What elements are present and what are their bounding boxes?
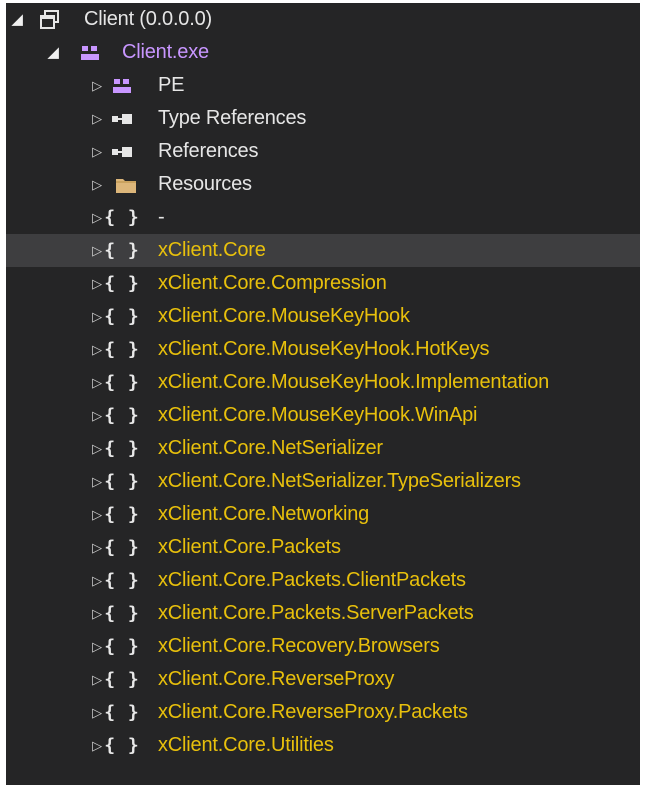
tree-node-label: - <box>158 206 165 228</box>
namespace-icon: { } <box>104 438 140 459</box>
collapsed-arrow-icon[interactable]: ▷ <box>90 465 104 498</box>
tree-node-namespace[interactable]: ▷{ } xClient.Core.MouseKeyHook.WinApi <box>6 399 640 432</box>
namespace-icon: { } <box>104 603 140 624</box>
namespace-label: xClient.Core.NetSerializer.TypeSerialize… <box>158 470 521 492</box>
collapsed-arrow-icon[interactable]: ▷ <box>90 333 104 366</box>
namespace-icon: { } <box>104 504 140 525</box>
namespace-icon: { } <box>104 537 140 558</box>
tree-node-module[interactable]: ◢ Client.exe <box>6 36 640 69</box>
assembly-explorer-tree: ◢ Client (0.0.0.0) ◢ Client.exe ▷ PE ▷ T… <box>6 3 640 785</box>
namespace-icon: { } <box>104 240 140 261</box>
namespace-label: xClient.Core.MouseKeyHook.WinApi <box>158 404 478 426</box>
tree-node-namespace[interactable]: ▷{ } xClient.Core.NetSerializer <box>6 432 640 465</box>
namespace-label: xClient.Core.Recovery.Browsers <box>158 635 440 657</box>
folder-icon <box>114 168 138 201</box>
namespace-label: xClient.Core.MouseKeyHook.HotKeys <box>158 338 490 360</box>
tree-node-assembly[interactable]: ◢ Client (0.0.0.0) <box>6 3 640 36</box>
collapsed-arrow-icon[interactable]: ▷ <box>90 498 104 531</box>
tree-node-label: Resources <box>158 173 252 195</box>
collapsed-arrow-icon[interactable]: ▷ <box>90 597 104 630</box>
tree-node-namespace[interactable]: ▷{ } xClient.Core.Networking <box>6 498 640 531</box>
expanded-arrow-icon[interactable]: ◢ <box>10 3 24 36</box>
namespace-icon: { } <box>104 339 140 360</box>
namespace-icon: { } <box>104 570 140 591</box>
tree-node-namespace[interactable]: ▷{ } xClient.Core.MouseKeyHook.Implementa… <box>6 366 640 399</box>
tree-node-namespace[interactable]: ▷{ } xClient.Core.Recovery.Browsers <box>6 630 640 663</box>
tree-node-namespace[interactable]: ▷{ } xClient.Core.MouseKeyHook <box>6 300 640 333</box>
tree-node-pe[interactable]: ▷ PE <box>6 69 640 102</box>
namespace-label: xClient.Core.NetSerializer <box>158 437 383 459</box>
tree-node-namespace-empty[interactable]: ▷ { } - <box>6 201 640 234</box>
collapsed-arrow-icon[interactable]: ▷ <box>90 69 104 102</box>
tree-node-label: Type References <box>158 107 307 129</box>
namespace-label: xClient.Core.Packets <box>158 536 341 558</box>
expanded-arrow-icon[interactable]: ◢ <box>46 36 60 69</box>
namespace-label: xClient.Core.Packets.ClientPackets <box>158 569 466 591</box>
tree-node-namespace[interactable]: ▷{ } xClient.Core.NetSerializer.TypeSeria… <box>6 465 640 498</box>
tree-node-namespace[interactable]: ▷{ } xClient.Core.ReverseProxy.Packets <box>6 696 640 729</box>
collapsed-arrow-icon[interactable]: ▷ <box>90 399 104 432</box>
collapsed-arrow-icon[interactable]: ▷ <box>90 696 104 729</box>
namespace-label: xClient.Core.MouseKeyHook <box>158 305 410 327</box>
tree-node-label: References <box>158 140 259 162</box>
assembly-label: Client (0.0.0.0) <box>84 8 212 30</box>
tree-node-resources[interactable]: ▷ Resources <box>6 168 640 201</box>
references-icon <box>110 102 134 135</box>
namespace-icon: { } <box>104 405 140 426</box>
collapsed-arrow-icon[interactable]: ▷ <box>90 729 104 762</box>
namespace-icon: { } <box>104 471 140 492</box>
namespace-icon: { } <box>104 702 140 723</box>
namespace-label: xClient.Core.ReverseProxy.Packets <box>158 701 468 723</box>
references-icon <box>110 135 134 168</box>
namespace-label: xClient.Core.Compression <box>158 272 387 294</box>
collapsed-arrow-icon[interactable]: ▷ <box>90 432 104 465</box>
collapsed-arrow-icon[interactable]: ▷ <box>90 366 104 399</box>
collapsed-arrow-icon[interactable]: ▷ <box>90 201 104 234</box>
collapsed-arrow-icon[interactable]: ▷ <box>90 135 104 168</box>
collapsed-arrow-icon[interactable]: ▷ <box>90 300 104 333</box>
tree-node-type-references[interactable]: ▷ Type References <box>6 102 640 135</box>
namespace-label: xClient.Core.ReverseProxy <box>158 668 395 690</box>
namespace-icon: { } <box>104 306 140 327</box>
tree-node-namespace[interactable]: ▷{ } xClient.Core.Packets <box>6 531 640 564</box>
collapsed-arrow-icon[interactable]: ▷ <box>90 663 104 696</box>
collapsed-arrow-icon[interactable]: ▷ <box>90 234 104 267</box>
collapsed-arrow-icon[interactable]: ▷ <box>90 630 104 663</box>
collapsed-arrow-icon[interactable]: ▷ <box>90 102 104 135</box>
collapsed-arrow-icon[interactable]: ▷ <box>90 531 104 564</box>
tree-node-namespace[interactable]: ▷{ } xClient.Core.Compression <box>6 267 640 300</box>
tree-node-references[interactable]: ▷ References <box>6 135 640 168</box>
module-icon <box>78 36 102 69</box>
tree-node-namespace[interactable]: ▷{ } xClient.Core.Packets.ClientPackets <box>6 564 640 597</box>
namespace-list: ▷{ } xClient.Core ▷{ } xClient.Core.Compres… <box>6 234 640 762</box>
tree-node-label: PE <box>158 74 185 96</box>
tree-node-namespace[interactable]: ▷{ } xClient.Core.MouseKeyHook.HotKeys <box>6 333 640 366</box>
tree-node-namespace[interactable]: ▷{ } xClient.Core.ReverseProxy <box>6 663 640 696</box>
pe-icon <box>110 69 134 102</box>
namespace-icon: { } <box>104 735 140 756</box>
namespace-icon: { } <box>104 669 140 690</box>
namespace-icon: { } <box>104 273 140 294</box>
tree-node-namespace[interactable]: ▷{ } xClient.Core <box>6 234 640 267</box>
namespace-label: xClient.Core <box>158 239 266 261</box>
namespace-icon: { } <box>104 372 140 393</box>
namespace-label: xClient.Core.Utilities <box>158 734 334 756</box>
assembly-icon <box>38 3 62 36</box>
collapsed-arrow-icon[interactable]: ▷ <box>90 267 104 300</box>
collapsed-arrow-icon[interactable]: ▷ <box>90 168 104 201</box>
namespace-label: xClient.Core.Networking <box>158 503 370 525</box>
tree-node-namespace[interactable]: ▷{ } xClient.Core.Utilities <box>6 729 640 762</box>
tree-node-namespace[interactable]: ▷{ } xClient.Core.Packets.ServerPackets <box>6 597 640 630</box>
collapsed-arrow-icon[interactable]: ▷ <box>90 564 104 597</box>
namespace-icon: { } <box>104 636 140 657</box>
namespace-label: xClient.Core.Packets.ServerPackets <box>158 602 474 624</box>
module-label: Client.exe <box>122 41 209 63</box>
namespace-label: xClient.Core.MouseKeyHook.Implementation <box>158 371 550 393</box>
namespace-icon: { } <box>104 207 140 228</box>
